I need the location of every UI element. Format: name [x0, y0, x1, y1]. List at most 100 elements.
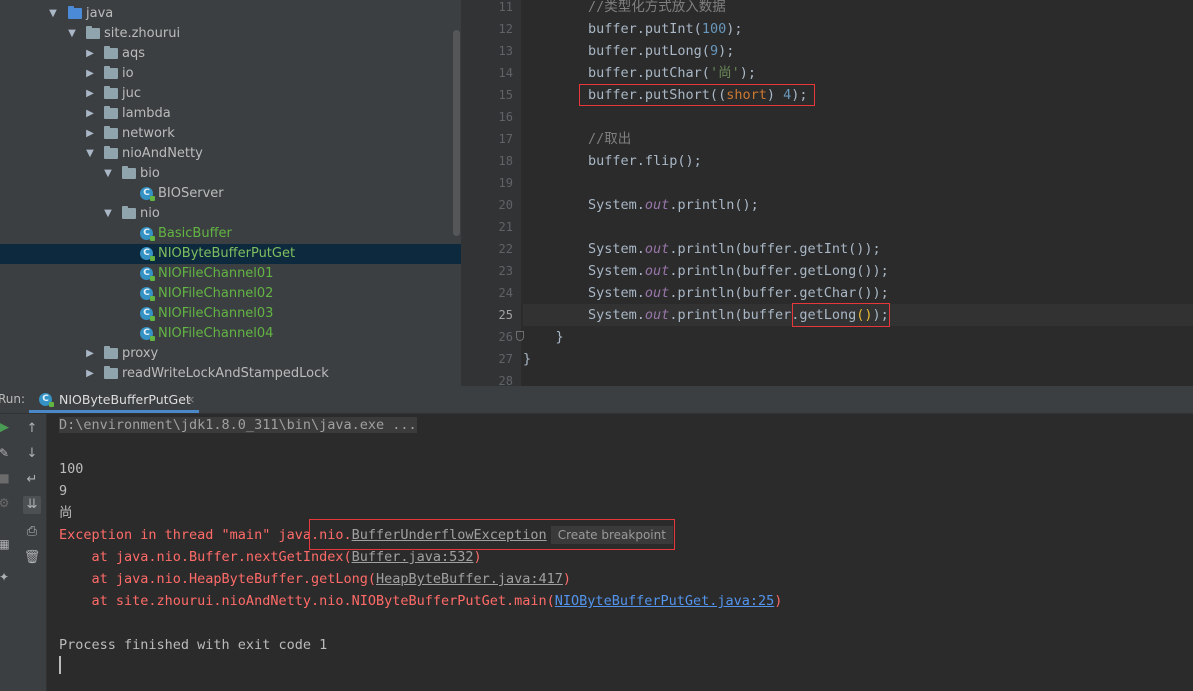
- chevron-right-icon[interactable]: ▶: [84, 364, 96, 384]
- code-line[interactable]: System.out.println(buffer.getLong());: [523, 260, 1193, 282]
- tree-item-site-zhourui[interactable]: ▼ site.zhourui: [0, 24, 461, 44]
- line-number: 11: [498, 0, 513, 14]
- code-line[interactable]: buffer.flip();: [523, 150, 1193, 172]
- layout-icon[interactable]: ▦: [0, 536, 12, 552]
- tree-item-niofilechannel04[interactable]: C NIOFileChannel04: [0, 324, 461, 344]
- package-icon: [104, 126, 118, 139]
- code-line[interactable]: }: [523, 326, 1193, 348]
- code-editor[interactable]: 11 12 13 14 15 16 17 18 19 20 21 22 23 2…: [461, 0, 1193, 386]
- console-line: 9: [59, 483, 68, 499]
- code-line[interactable]: System.out.println();: [523, 194, 1193, 216]
- folder-icon: [68, 6, 82, 19]
- code-line[interactable]: }: [523, 348, 1193, 370]
- highlight-box: [579, 84, 815, 106]
- tree-item-aqs[interactable]: ▶ aqs: [0, 44, 461, 64]
- run-tab[interactable]: C NIOByteBufferPutGet ×: [29, 386, 199, 413]
- package-icon: [104, 366, 118, 379]
- tree-item-juc[interactable]: ▶ juc: [0, 84, 461, 104]
- tree-item-niofilechannel03[interactable]: C NIOFileChannel03: [0, 304, 461, 324]
- tree-item-bioserver[interactable]: C BIOServer: [0, 184, 461, 204]
- tree-item-label: NIOFileChannel04: [158, 326, 274, 341]
- code-line[interactable]: buffer.putChar('尚');: [523, 62, 1193, 84]
- code-line[interactable]: //取出: [523, 128, 1193, 150]
- line-number: 17: [498, 132, 513, 146]
- tree-item-basicbuffer[interactable]: C BasicBuffer: [0, 224, 461, 244]
- scroll-to-end-icon[interactable]: ⇊: [23, 496, 41, 514]
- stacktrace-line: at site.zhourui.nioAndNetty.nio.NIOByteB…: [59, 593, 783, 609]
- code-line[interactable]: buffer.putInt(100);: [523, 18, 1193, 40]
- chevron-down-icon[interactable]: ▼: [47, 4, 59, 24]
- chevron-right-icon[interactable]: ▶: [84, 64, 96, 84]
- source-link[interactable]: Buffer.java:532: [352, 549, 474, 565]
- close-icon[interactable]: ×: [186, 386, 195, 413]
- code-line[interactable]: System.out.println(buffer.getInt());: [523, 238, 1193, 260]
- tree-item-java[interactable]: ▼ java: [0, 4, 461, 24]
- tree-item-network[interactable]: ▶ network: [0, 124, 461, 144]
- tree-item-label: io: [122, 66, 134, 81]
- chevron-right-icon[interactable]: ▶: [84, 84, 96, 104]
- scroll-up-icon[interactable]: ↑: [23, 420, 41, 438]
- chevron-right-icon[interactable]: ▶: [84, 344, 96, 364]
- tree-item-readwritelock[interactable]: ▶ readWriteLockAndStampedLock: [0, 364, 461, 384]
- settings-icon[interactable]: ⚙: [0, 495, 12, 511]
- source-link[interactable]: NIOByteBufferPutGet.java:25: [555, 593, 774, 609]
- tree-item-lambda[interactable]: ▶ lambda: [0, 104, 461, 124]
- package-icon: [86, 26, 100, 39]
- console-output[interactable]: D:\environment\jdk1.8.0_311\bin\java.exe…: [59, 413, 1189, 691]
- run-left-toolbar: ▶ ✎ ■ ⚙ ▦ ✦: [0, 414, 19, 691]
- package-icon: [104, 106, 118, 119]
- code-line[interactable]: buffer.putLong(9);: [523, 40, 1193, 62]
- soft-wrap-icon[interactable]: ↵: [23, 471, 41, 489]
- chevron-right-icon[interactable]: ▶: [84, 104, 96, 124]
- tree-item-nio[interactable]: ▼ nio: [0, 204, 461, 224]
- tree-item-label: aqs: [122, 46, 145, 61]
- line-number: 27: [498, 352, 513, 366]
- text-caret: [59, 656, 61, 674]
- tree-item-nioandnetty[interactable]: ▼ nioAndNetty: [0, 144, 461, 164]
- line-number: 22: [498, 242, 513, 256]
- wrench-icon[interactable]: ✎: [0, 445, 12, 461]
- tree-item-niofilechannel02[interactable]: C NIOFileChannel02: [0, 284, 461, 304]
- print-icon[interactable]: ⎙: [23, 523, 41, 541]
- tree-item-proxy[interactable]: ▶ proxy: [0, 344, 461, 364]
- chevron-right-icon[interactable]: ▶: [84, 44, 96, 64]
- tree-item-label: readWriteLockAndStampedLock: [122, 366, 329, 381]
- line-number: 12: [498, 22, 513, 36]
- tree-scrollbar[interactable]: [453, 30, 460, 236]
- class-icon: C: [140, 267, 155, 281]
- package-icon: [104, 146, 118, 159]
- line-number: 24: [498, 286, 513, 300]
- chevron-right-icon[interactable]: ▶: [84, 124, 96, 144]
- tree-item-label: NIOByteBufferPutGet: [158, 246, 296, 261]
- tree-item-niofilechannel01[interactable]: C NIOFileChannel01: [0, 264, 461, 284]
- chevron-down-icon[interactable]: ▼: [66, 24, 78, 44]
- stop-icon[interactable]: ■: [0, 470, 12, 486]
- tree-item-bio[interactable]: ▼ bio: [0, 164, 461, 184]
- tree-item-niobytebufferputget[interactable]: C NIOByteBufferPutGet: [0, 244, 461, 264]
- chevron-down-icon[interactable]: ▼: [102, 204, 114, 224]
- code-line[interactable]: //类型化方式放入数据: [523, 0, 1193, 18]
- tree-item-label: NIOFileChannel02: [158, 286, 274, 301]
- package-icon: [104, 46, 118, 59]
- code-line[interactable]: System.out.println(buffer.getChar());: [523, 282, 1193, 304]
- pin-icon[interactable]: ✦: [0, 569, 12, 585]
- tree-item-label: NIOFileChannel01: [158, 266, 274, 281]
- tree-item-label: BIOServer: [158, 186, 224, 201]
- tree-item-label: proxy: [122, 346, 159, 361]
- chevron-down-icon[interactable]: ▼: [102, 164, 114, 184]
- rerun-icon[interactable]: ▶: [0, 420, 12, 436]
- scroll-down-icon[interactable]: ↓: [23, 445, 41, 463]
- source-link[interactable]: HeapByteBuffer.java:417: [376, 571, 563, 587]
- class-icon: C: [140, 187, 155, 201]
- console-command: D:\environment\jdk1.8.0_311\bin\java.exe…: [59, 417, 417, 433]
- tree-item-label: network: [122, 126, 175, 141]
- console-toolbar: ↑ ↓ ↵ ⇊ ⎙ 🗑: [19, 414, 47, 691]
- tree-item-label: juc: [122, 86, 141, 101]
- tree-item-label: BasicBuffer: [158, 226, 232, 241]
- chevron-down-icon[interactable]: ▼: [84, 144, 96, 164]
- stacktrace-line: at java.nio.HeapByteBuffer.getLong(HeapB…: [59, 571, 572, 587]
- tree-item-io[interactable]: ▶ io: [0, 64, 461, 84]
- class-icon: C: [140, 327, 155, 341]
- trash-icon[interactable]: 🗑: [23, 549, 41, 567]
- run-label: Run:: [0, 392, 26, 406]
